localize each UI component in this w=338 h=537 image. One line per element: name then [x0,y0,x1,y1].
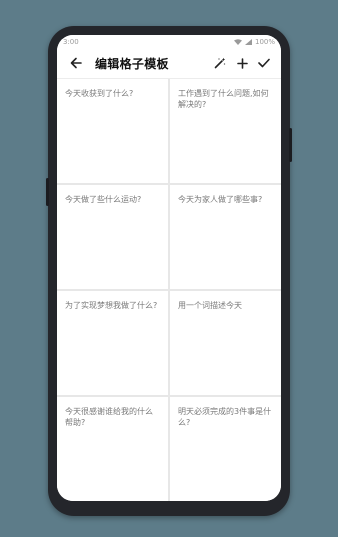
grid-cell[interactable]: 今天收获到了什么? [57,79,168,183]
cell-prompt: 今天很感谢谁给我的什么帮助? [65,407,153,427]
plus-icon [236,57,248,69]
app-screen: 3:00 100% 编辑格子模板 今天收获到了什么? 工作遇到了什么问题,如何解… [57,35,281,501]
cell-prompt: 今天为家人做了哪些事? [178,195,263,204]
cell-prompt: 用一个词描述今天 [178,301,242,310]
page-title: 编辑格子模板 [95,56,169,71]
grid-cell[interactable]: 为了实现梦想我做了什么? [57,291,168,395]
grid-cell[interactable]: 用一个词描述今天 [170,291,281,395]
grid-cell[interactable]: 今天为家人做了哪些事? [170,185,281,289]
grid-cell[interactable]: 今天很感谢谁给我的什么帮助? [57,397,168,501]
cell-prompt: 明天必须完成的3件事是什么? [178,407,272,427]
check-icon [258,58,270,68]
magic-template-button[interactable] [209,52,231,74]
cell-prompt: 今天收获到了什么? [65,89,134,98]
cell-prompt: 今天做了些什么运动? [65,195,142,204]
volume-button [46,178,49,206]
confirm-button[interactable] [253,52,275,74]
back-button[interactable] [65,52,87,74]
template-grid: 今天收获到了什么? 工作遇到了什么问题,如何解决的? 今天做了些什么运动? 今天… [57,79,281,501]
cell-prompt: 工作遇到了什么问题,如何解决的? [178,89,269,109]
add-button[interactable] [231,52,253,74]
status-bar: 3:00 100% [57,35,281,48]
grid-cell[interactable]: 工作遇到了什么问题,如何解决的? [170,79,281,183]
grid-cell[interactable]: 今天做了些什么运动? [57,185,168,289]
cell-prompt: 为了实现梦想我做了什么? [65,301,158,310]
arrow-left-icon [70,57,82,69]
battery-level: 100% [254,37,275,46]
status-time: 3:00 [63,37,79,46]
wifi-icon [233,38,242,45]
toolbar: 编辑格子模板 [57,48,281,79]
grid-cell[interactable]: 明天必须完成的3件事是什么? [170,397,281,501]
power-button [289,128,292,162]
signal-icon [244,38,252,45]
magic-wand-icon [214,57,226,69]
